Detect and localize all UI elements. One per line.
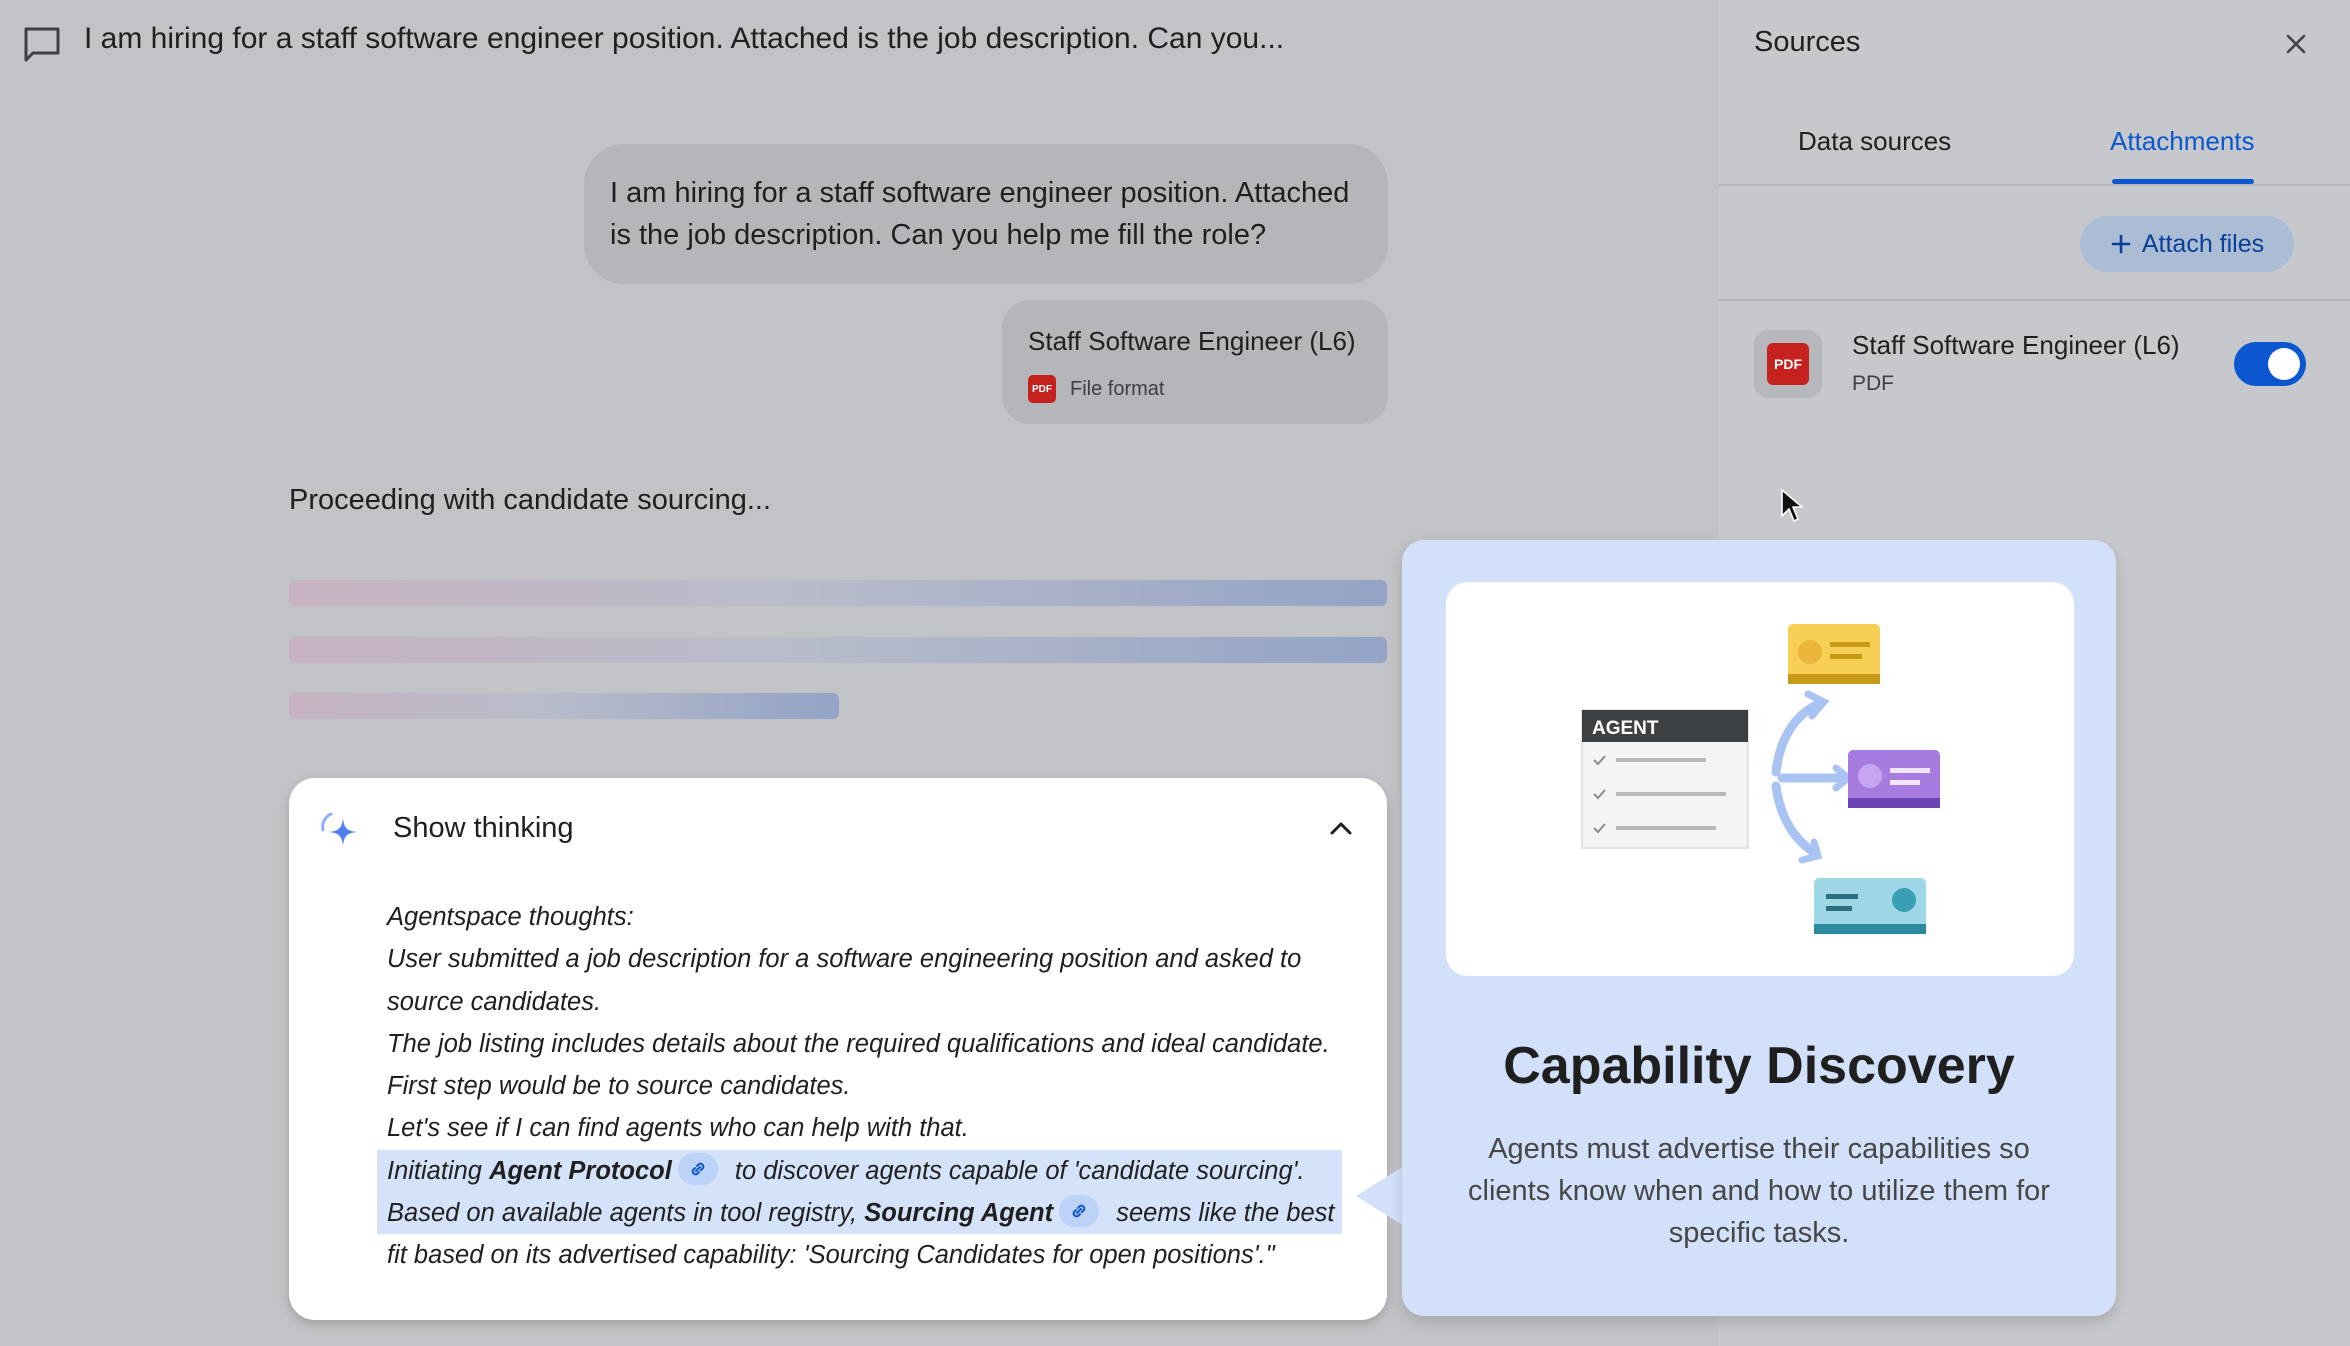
attachment-name: Staff Software Engineer (L6) bbox=[1028, 326, 1356, 356]
tab-divider bbox=[1718, 184, 2350, 186]
thought-line: First step would be to source candidates… bbox=[387, 1072, 851, 1101]
tab-data-sources[interactable]: Data sources bbox=[1798, 126, 1951, 157]
capability-description: Agents must advertise their capabilities… bbox=[1468, 1133, 2050, 1249]
link-icon[interactable] bbox=[1059, 1195, 1100, 1228]
thought-text: seems like the best bbox=[1109, 1199, 1335, 1228]
thought-text: Based on available agents in tool regist… bbox=[387, 1199, 865, 1228]
sourcing-agent-term: Sourcing Agent bbox=[864, 1199, 1054, 1228]
toggle-knob bbox=[2268, 348, 2300, 380]
thought-text: to discover agents capable of 'candidate… bbox=[727, 1156, 1305, 1185]
link-icon[interactable] bbox=[677, 1153, 718, 1186]
mouse-cursor-icon bbox=[1781, 489, 1803, 522]
thought-line: The job listing includes details about t… bbox=[387, 1029, 1330, 1058]
close-icon[interactable] bbox=[2284, 32, 2308, 56]
tab-attachments[interactable]: Attachments bbox=[2110, 126, 2255, 157]
callout-pointer bbox=[1356, 1166, 1404, 1226]
highlighted-thought-line: Based on available agents in tool regist… bbox=[377, 1192, 1342, 1235]
capability-title: Capability Discovery bbox=[1503, 1037, 2015, 1095]
thought-line: Let's see if I can find agents who can h… bbox=[387, 1114, 969, 1143]
thought-text: Initiating bbox=[387, 1156, 490, 1185]
plus-icon bbox=[2111, 234, 2131, 254]
attachment-format: File format bbox=[1070, 377, 1165, 400]
thinking-panel: Show thinking Agentspace thoughts: User … bbox=[289, 778, 1387, 1320]
loading-bar bbox=[289, 580, 1387, 606]
capability-discovery-card: AGENT Capability Discovery Agents must a… bbox=[1402, 540, 2116, 1316]
attach-files-label: Attach files bbox=[2141, 229, 2265, 258]
thought-line: User submitted a job description for a s… bbox=[387, 945, 1302, 974]
thoughts-text: Agentspace thoughts: User submitted a jo… bbox=[377, 896, 1347, 1277]
user-message-bubble: I am hiring for a staff software enginee… bbox=[584, 144, 1388, 284]
attachment-file-name: Staff Software Engineer (L6) bbox=[1852, 330, 2180, 360]
divider bbox=[1718, 299, 2350, 301]
loading-bar bbox=[289, 693, 839, 719]
file-icon: PDF bbox=[1754, 330, 1822, 398]
agent-capability-illustration: AGENT bbox=[1446, 582, 2074, 976]
show-thinking-toggle[interactable]: Show thinking bbox=[393, 812, 574, 845]
sources-title: Sources bbox=[1754, 26, 1861, 58]
user-message-line: is the job description. Can you help me … bbox=[610, 219, 1267, 251]
pdf-icon: PDF bbox=[1028, 375, 1056, 403]
attachment-card[interactable]: Staff Software Engineer (L6) PDF File fo… bbox=[1002, 300, 1388, 424]
agent-label: AGENT bbox=[1592, 718, 1659, 739]
chat-bubble-icon bbox=[24, 27, 60, 62]
thought-line: source candidates. bbox=[387, 987, 602, 1016]
thought-line: fit based on its advertised capability: … bbox=[387, 1241, 1275, 1270]
attachment-file-type: PDF bbox=[1852, 372, 1894, 395]
loading-bar bbox=[289, 637, 1387, 663]
pdf-icon: PDF bbox=[1767, 343, 1809, 385]
agent-protocol-term: Agent Protocol bbox=[489, 1156, 672, 1185]
user-message-line: I am hiring for a staff software enginee… bbox=[610, 177, 1350, 209]
highlighted-thought-line: Initiating Agent Protocol to discover ag… bbox=[377, 1149, 1342, 1193]
sparkle-icon bbox=[321, 812, 357, 846]
status-message: Proceeding with candidate sourcing... bbox=[289, 484, 772, 516]
chevron-up-icon[interactable] bbox=[1327, 816, 1355, 840]
attach-files-button[interactable]: Attach files bbox=[2080, 216, 2294, 272]
attachment-enabled-toggle[interactable] bbox=[2234, 342, 2306, 386]
conversation-title: I am hiring for a staff software enginee… bbox=[84, 22, 1285, 55]
thought-line: Agentspace thoughts: bbox=[387, 903, 634, 931]
